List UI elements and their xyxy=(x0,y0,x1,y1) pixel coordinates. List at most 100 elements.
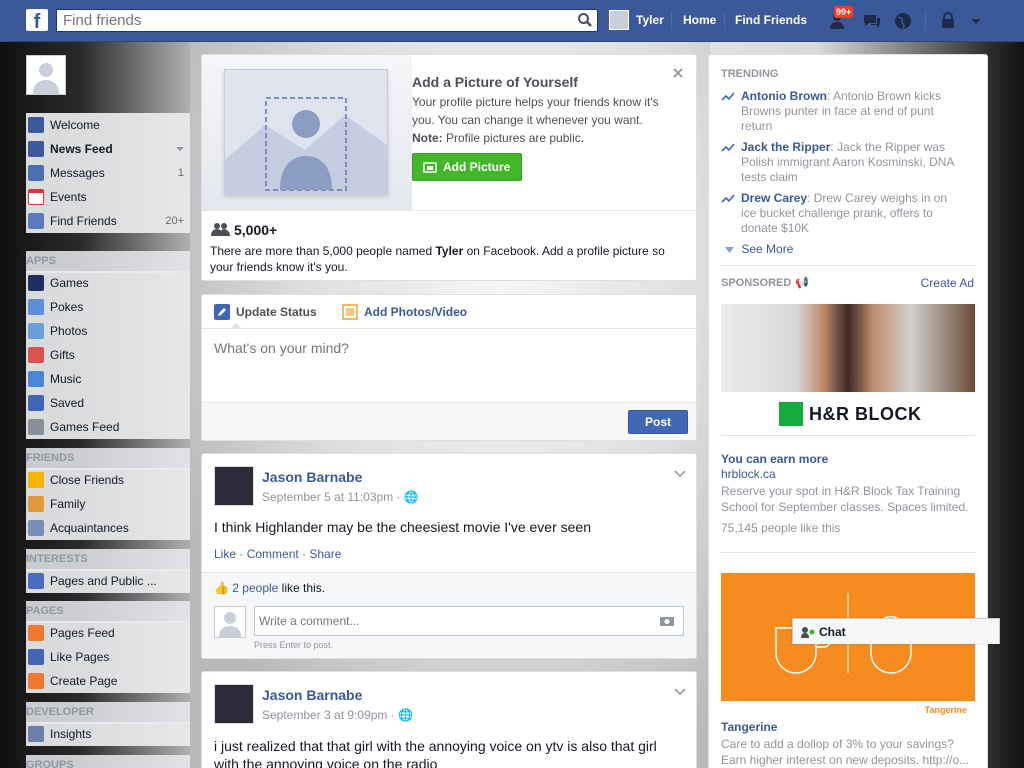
ad-domain[interactable]: hrblock.ca xyxy=(721,467,776,481)
facebook-icon xyxy=(28,117,44,133)
sidebar-item-create-page[interactable]: Create Page xyxy=(26,669,190,693)
trending-item[interactable]: Jack the Ripper: Jack the Ripper was Pol… xyxy=(721,140,961,185)
ad-image[interactable]: H&R BLOCK xyxy=(721,304,975,436)
trending-arrow-icon xyxy=(721,194,735,203)
section-title-groups: GROUPS xyxy=(26,755,190,768)
sidebar-item-label: Acquaintances xyxy=(50,521,129,535)
camera-icon[interactable] xyxy=(659,615,675,627)
home-link[interactable]: Home xyxy=(683,13,716,27)
sidebar-item-photos[interactable]: Photos xyxy=(26,319,190,343)
ad-brand-logo: Tangerine xyxy=(924,705,967,715)
tab-update-status[interactable]: Update Status xyxy=(236,305,317,319)
name-count: 5,000+ xyxy=(234,222,278,238)
likes-link[interactable]: 2 people xyxy=(232,581,278,595)
comment-link[interactable]: Comment xyxy=(247,547,299,561)
sidebar-item-insights[interactable]: Insights xyxy=(26,722,190,746)
trending-item[interactable]: Drew Carey: Drew Carey weighs in on ice … xyxy=(721,191,961,236)
sidebar-item-events[interactable]: Events xyxy=(26,185,190,209)
messages-icon[interactable] xyxy=(862,11,882,31)
trending-title: TRENDING xyxy=(721,68,779,80)
people-icon xyxy=(211,223,230,236)
sidebar-item-like-pages[interactable]: Like Pages xyxy=(26,645,190,669)
count-badge: 1 xyxy=(177,167,184,179)
sidebar-item-pokes[interactable]: Pokes xyxy=(26,295,190,319)
silhouette-icon xyxy=(219,612,241,637)
post-timestamp[interactable]: September 5 at 11:03pm xyxy=(262,490,393,504)
search-input[interactable] xyxy=(57,10,557,31)
sidebar-item-music[interactable]: Music xyxy=(26,367,190,391)
flag-icon xyxy=(28,625,44,641)
search-icon[interactable] xyxy=(577,12,593,28)
trending-name[interactable]: Antonio Brown xyxy=(741,89,827,103)
trending-name[interactable]: Drew Carey xyxy=(741,191,807,205)
divider xyxy=(721,552,975,553)
sidebar-item-messages[interactable]: Messages 1 xyxy=(26,161,190,185)
ad-body: Care to add a dollop of 3% to your savin… xyxy=(721,737,970,767)
add-picture-button[interactable]: Add Picture xyxy=(412,153,522,181)
chat-tab[interactable]: Chat xyxy=(792,618,1000,644)
tab-add-photos[interactable]: Add Photos/Video xyxy=(364,305,467,319)
post-timestamp[interactable]: September 3 at 9:09pm xyxy=(262,708,387,722)
author-avatar[interactable] xyxy=(214,684,254,724)
sidebar-item-pages-and-public[interactable]: Pages and Public ... xyxy=(26,569,190,593)
profile-link[interactable]: Tyler xyxy=(636,13,664,27)
sidebar-item-label: Find Friends xyxy=(50,214,117,228)
comment-box[interactable] xyxy=(254,606,684,636)
trending-item[interactable]: Antonio Brown: Antonio Brown kicks Brown… xyxy=(721,89,961,134)
status-input[interactable] xyxy=(214,340,684,390)
author-avatar[interactable] xyxy=(214,466,254,506)
divider xyxy=(925,12,926,30)
create-ad-link[interactable]: Create Ad xyxy=(921,276,974,290)
find-friends-link[interactable]: Find Friends xyxy=(735,13,807,27)
post-meta: September 3 at 9:09pm · 🌐 xyxy=(262,708,413,722)
ad-headline[interactable]: You can earn more xyxy=(721,452,828,466)
divider xyxy=(724,12,725,30)
sidebar-item-news-feed[interactable]: News Feed xyxy=(26,137,190,161)
facebook-logo-icon[interactable]: f xyxy=(26,9,48,31)
sidebar-item-family[interactable]: Family xyxy=(26,492,190,516)
chevron-down-icon[interactable] xyxy=(674,470,686,478)
sidebar-item-find-friends[interactable]: Find Friends 20+ xyxy=(26,209,190,233)
globe-icon: 🌐 xyxy=(403,490,419,504)
search-bar[interactable] xyxy=(56,9,598,32)
separator: · xyxy=(393,490,404,504)
sidebar-item-welcome[interactable]: Welcome xyxy=(26,113,190,137)
divider xyxy=(202,210,696,211)
sidebar-item-label: Family xyxy=(50,497,86,511)
chevron-down-icon[interactable] xyxy=(966,11,986,31)
sidebar-item-acquaintances[interactable]: Acquaintances xyxy=(26,516,190,540)
press-enter-hint: Press Enter to post. xyxy=(254,640,334,650)
sidebar-item-close-friends[interactable]: Close Friends xyxy=(26,468,190,492)
pencil-icon xyxy=(214,304,230,320)
close-icon[interactable] xyxy=(673,68,683,78)
hr-block-logo-icon xyxy=(779,402,803,426)
footer-name: Tyler xyxy=(435,244,464,258)
chevron-down-icon[interactable] xyxy=(176,146,184,152)
post-button[interactable]: Post xyxy=(628,410,688,434)
sidebar-item-label: Photos xyxy=(50,324,88,338)
sidebar-item-label: News Feed xyxy=(50,142,113,156)
sidebar-item-games-feed[interactable]: Games Feed xyxy=(26,415,190,439)
post-author[interactable]: Jason Barnabe xyxy=(262,469,362,485)
sidebar-item-gifts[interactable]: Gifts xyxy=(26,343,190,367)
see-more-link[interactable]: See More xyxy=(725,242,793,256)
like-link[interactable]: Like xyxy=(214,547,236,561)
chat-person-icon xyxy=(801,626,815,638)
user-avatar[interactable] xyxy=(609,10,629,30)
sidebar-item-saved[interactable]: Saved xyxy=(26,391,190,415)
globe-notifications-icon[interactable] xyxy=(893,11,913,31)
privacy-shortcuts-icon[interactable] xyxy=(940,11,960,31)
trending-name[interactable]: Jack the Ripper xyxy=(741,140,830,154)
sidebar-item-pages-feed[interactable]: Pages Feed xyxy=(26,621,190,645)
section-title-apps: APPS xyxy=(26,251,190,273)
chevron-down-icon[interactable] xyxy=(674,688,686,696)
ad-headline[interactable]: Tangerine xyxy=(721,720,777,734)
divider xyxy=(721,265,975,266)
bookmark-icon xyxy=(28,395,44,411)
sidebar-item-games[interactable]: Games xyxy=(26,271,190,295)
comment-input[interactable] xyxy=(255,607,645,635)
thumbs-up-icon xyxy=(28,649,44,665)
profile-picture[interactable] xyxy=(26,55,66,95)
post-author[interactable]: Jason Barnabe xyxy=(262,687,362,703)
share-link[interactable]: Share xyxy=(309,547,341,561)
